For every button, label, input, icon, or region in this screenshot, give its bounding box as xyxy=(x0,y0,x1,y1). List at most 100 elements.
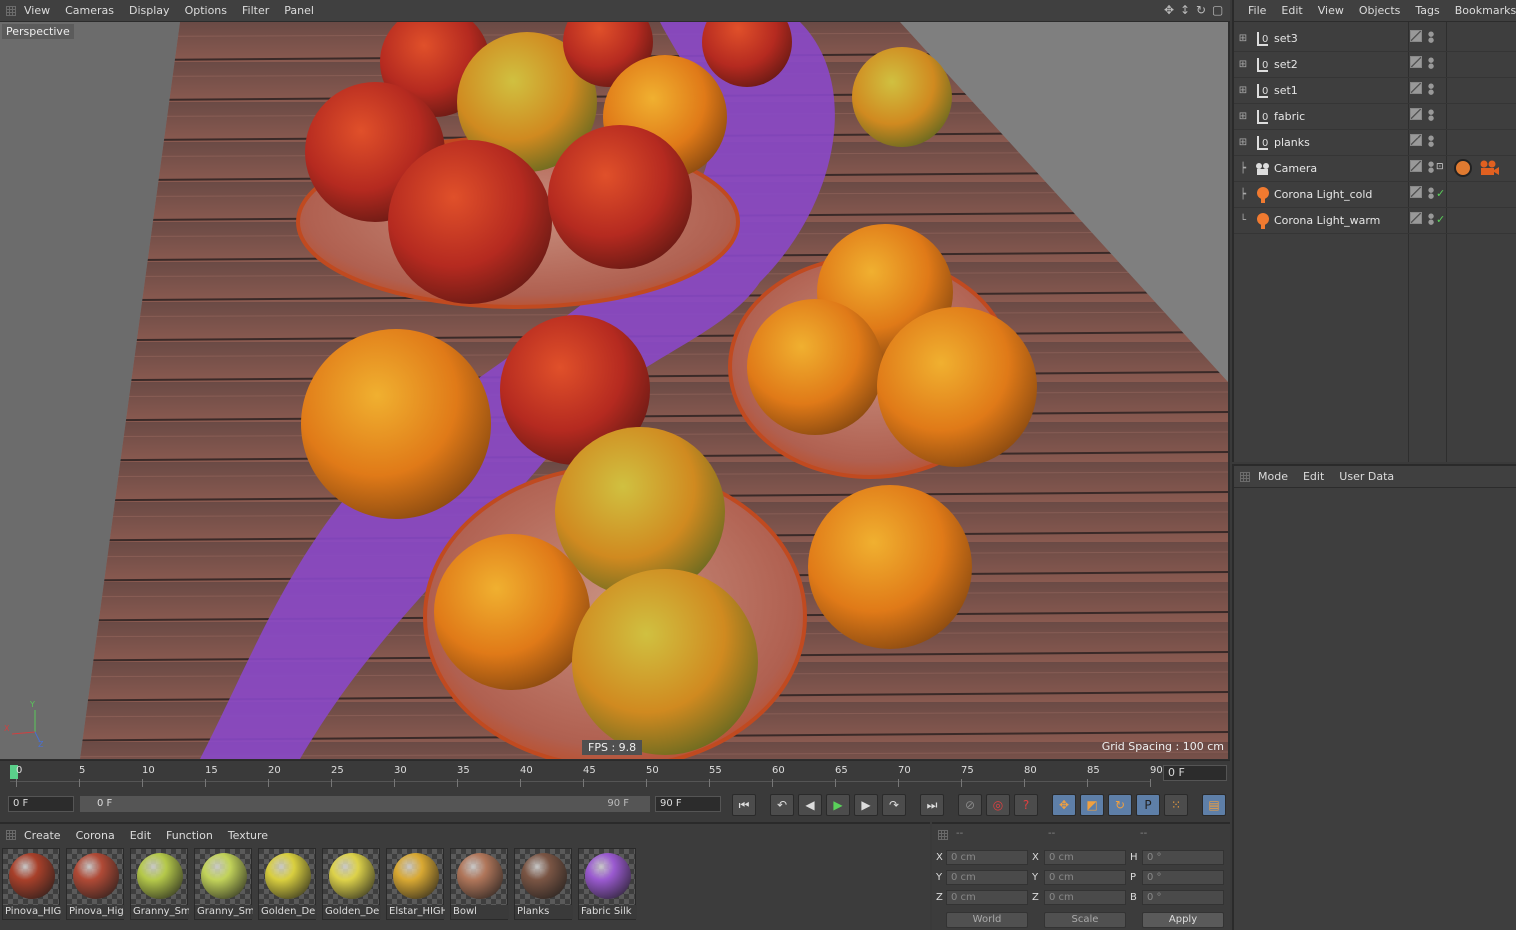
size-y-field[interactable]: 0 cm xyxy=(1044,870,1126,885)
menu-objects[interactable]: Objects xyxy=(1359,4,1401,17)
go-to-start-button[interactable]: ⏮ xyxy=(732,794,756,816)
key-rotation-icon[interactable]: ↻ xyxy=(1108,794,1132,816)
menu-texture[interactable]: Texture xyxy=(228,829,268,842)
menu-function[interactable]: Function xyxy=(166,829,213,842)
expand-icon[interactable]: ⊞ xyxy=(1234,59,1252,70)
object-row-set2[interactable]: ⊞ 0 set2 ● ● xyxy=(1234,52,1516,78)
next-key-button[interactable]: ↷ xyxy=(882,794,906,816)
keyframe-selection-icon[interactable]: ? xyxy=(1014,794,1038,816)
layer-icon[interactable] xyxy=(1410,160,1422,172)
menu-file[interactable]: File xyxy=(1248,4,1266,17)
visibility-dots-icon[interactable]: ● ● xyxy=(1428,187,1434,200)
frame-range-slider[interactable]: 0 F 90 F xyxy=(80,796,650,812)
material-swatch[interactable]: Bowl xyxy=(450,848,509,920)
pos-z-field[interactable]: 0 cm xyxy=(946,890,1028,905)
menu-options[interactable]: Options xyxy=(185,4,227,17)
camera-tag-icon[interactable] xyxy=(1478,160,1500,176)
enabled-check-icon[interactable]: ✓ xyxy=(1436,187,1445,200)
visibility-dots-icon[interactable]: ● ● xyxy=(1428,213,1434,226)
panel-grip-icon[interactable] xyxy=(938,830,948,840)
layer-icon[interactable] xyxy=(1410,186,1422,198)
object-row-set1[interactable]: ⊞ 0 set1 ● ● xyxy=(1234,78,1516,104)
material-swatch[interactable]: Elstar_HIGH xyxy=(386,848,445,920)
material-swatch[interactable]: Pinova_HIG xyxy=(2,848,61,920)
layer-icon[interactable] xyxy=(1410,134,1422,146)
menu-edit[interactable]: Edit xyxy=(1303,470,1324,483)
menu-edit[interactable]: Edit xyxy=(1281,4,1302,17)
material-swatch[interactable]: Granny_Sm xyxy=(130,848,189,920)
key-position-icon[interactable]: ✥ xyxy=(1052,794,1076,816)
material-swatch[interactable]: Planks xyxy=(514,848,573,920)
menu-bookmarks[interactable]: Bookmarks xyxy=(1455,4,1516,17)
key-parameter-icon[interactable]: P xyxy=(1136,794,1160,816)
material-swatch[interactable]: Golden_De xyxy=(258,848,317,920)
layer-icon[interactable] xyxy=(1410,212,1422,224)
size-x-field[interactable]: 0 cm xyxy=(1044,850,1126,865)
object-row-light-warm[interactable]: └ Corona Light_warm ● ● ✓ xyxy=(1234,208,1516,234)
visibility-dots-icon[interactable]: ● ● xyxy=(1428,83,1434,96)
coordinate-mode-dropdown[interactable]: World xyxy=(946,912,1028,928)
protection-tag-icon[interactable] xyxy=(1454,159,1472,177)
pos-y-field[interactable]: 0 cm xyxy=(946,870,1028,885)
start-frame-field[interactable]: 0 F xyxy=(8,796,74,812)
object-row-light-cold[interactable]: ┝ Corona Light_cold ● ● ✓ xyxy=(1234,182,1516,208)
go-to-end-button[interactable]: ⏭ xyxy=(920,794,944,816)
timeline-window-icon[interactable]: ▤ xyxy=(1202,794,1226,816)
expand-icon[interactable]: ⊞ xyxy=(1234,111,1252,122)
size-z-field[interactable]: 0 cm xyxy=(1044,890,1126,905)
autokey-icon[interactable]: ◎ xyxy=(986,794,1010,816)
material-swatch[interactable]: Granny_Sm xyxy=(194,848,253,920)
current-frame-field[interactable]: 0 F xyxy=(1163,765,1227,781)
menu-view[interactable]: View xyxy=(24,4,50,17)
object-row-camera[interactable]: ┝ Camera ● ● ⊡ xyxy=(1234,156,1516,182)
expand-icon[interactable]: ⊞ xyxy=(1234,33,1252,44)
material-swatch[interactable]: Golden_De xyxy=(322,848,381,920)
size-mode-dropdown[interactable]: Scale xyxy=(1044,912,1126,928)
key-point-level-icon[interactable]: ⁙ xyxy=(1164,794,1188,816)
scene-render[interactable]: Y X Z xyxy=(0,22,1228,759)
camera-target-icon[interactable]: ⊡ xyxy=(1436,162,1444,172)
previous-frame-button[interactable]: ◀ xyxy=(798,794,822,816)
timeline-ruler[interactable]: 0 5 10 15 20 25 30 35 40 45 50 55 60 65 70 75 80 85 90 xyxy=(0,760,1230,790)
panel-grip-icon[interactable] xyxy=(1240,471,1250,482)
menu-create[interactable]: Create xyxy=(24,829,61,842)
previous-key-button[interactable]: ↶ xyxy=(770,794,794,816)
rot-p-field[interactable]: 0 ° xyxy=(1142,870,1224,885)
object-row-planks[interactable]: ⊞ 0 planks ● ● xyxy=(1234,130,1516,156)
menu-cameras[interactable]: Cameras xyxy=(65,4,114,17)
object-row-set3[interactable]: ⊞ 0 set3 ● ● xyxy=(1234,26,1516,52)
layer-icon[interactable] xyxy=(1410,56,1422,68)
visibility-dots-icon[interactable]: ● ● xyxy=(1428,31,1434,44)
menu-display[interactable]: Display xyxy=(129,4,170,17)
maximize-view-icon[interactable]: ▢ xyxy=(1212,4,1224,16)
end-frame-field[interactable]: 90 F xyxy=(655,796,721,812)
next-frame-button[interactable]: ▶ xyxy=(854,794,878,816)
dolly-view-icon[interactable]: ↕ xyxy=(1180,4,1192,16)
menu-edit[interactable]: Edit xyxy=(130,829,151,842)
key-scale-icon[interactable]: ◩ xyxy=(1080,794,1104,816)
menu-mode[interactable]: Mode xyxy=(1258,470,1288,483)
layer-icon[interactable] xyxy=(1410,30,1422,42)
rotate-view-icon[interactable]: ↻ xyxy=(1196,4,1208,16)
rot-b-field[interactable]: 0 ° xyxy=(1142,890,1224,905)
rot-h-field[interactable]: 0 ° xyxy=(1142,850,1224,865)
visibility-dots-icon[interactable]: ● ● xyxy=(1428,161,1434,174)
menu-view[interactable]: View xyxy=(1318,4,1344,17)
layer-icon[interactable] xyxy=(1410,82,1422,94)
menu-panel[interactable]: Panel xyxy=(284,4,314,17)
visibility-dots-icon[interactable]: ● ● xyxy=(1428,135,1434,148)
layer-icon[interactable] xyxy=(1410,108,1422,120)
menu-user-data[interactable]: User Data xyxy=(1339,470,1394,483)
object-row-fabric[interactable]: ⊞ 0 fabric ● ● xyxy=(1234,104,1516,130)
material-swatch[interactable]: Pinova_Hig xyxy=(66,848,125,920)
menu-corona[interactable]: Corona xyxy=(76,829,115,842)
panel-grip-icon[interactable] xyxy=(6,830,16,840)
play-button[interactable]: ▶ xyxy=(826,794,850,816)
pos-x-field[interactable]: 0 cm xyxy=(946,850,1028,865)
move-view-icon[interactable]: ✥ xyxy=(1164,4,1176,16)
visibility-dots-icon[interactable]: ● ● xyxy=(1428,109,1434,122)
enabled-check-icon[interactable]: ✓ xyxy=(1436,213,1445,226)
record-keys-disabled-icon[interactable]: ⊘ xyxy=(958,794,982,816)
menu-tags[interactable]: Tags xyxy=(1415,4,1439,17)
menu-filter[interactable]: Filter xyxy=(242,4,269,17)
